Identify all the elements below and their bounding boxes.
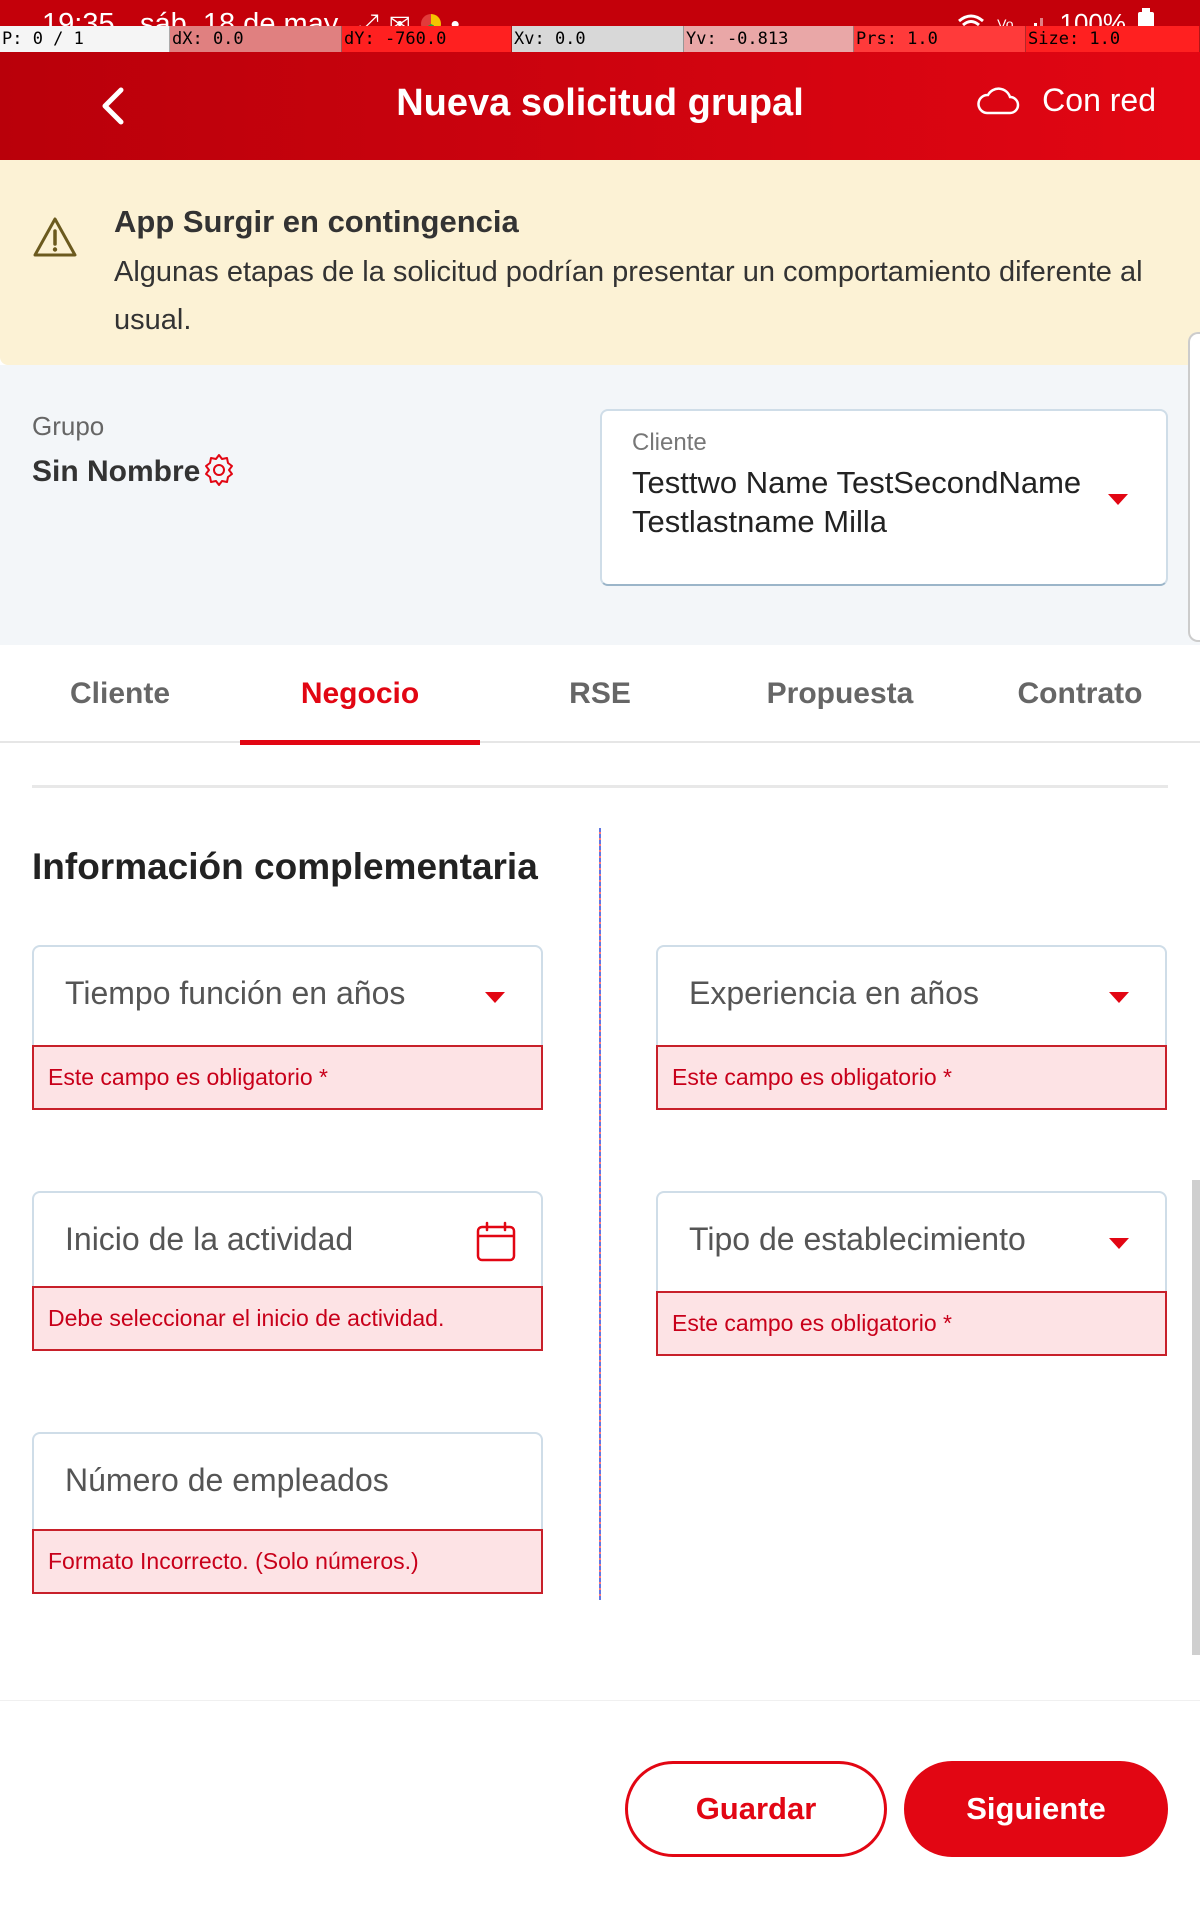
- numero-empleados-input[interactable]: [65, 1462, 465, 1499]
- debug-size: Size: 1.0: [1026, 26, 1200, 52]
- group-label: Grupo: [32, 411, 105, 441]
- status-bar: 19:35 sáb, 18 de may ⤢ ✉ • Vo 100% P: 0 …: [0, 0, 1200, 52]
- next-button[interactable]: Siguiente: [904, 1761, 1168, 1857]
- debug-xv: Xv: 0.0: [512, 26, 684, 52]
- inicio-actividad-input[interactable]: [65, 1221, 465, 1258]
- tab-negocio[interactable]: Negocio: [240, 645, 480, 745]
- tiempo-funcion-input[interactable]: [65, 975, 465, 1012]
- client-select-value: Testtwo Name TestSecondName Testlastname…: [632, 465, 1082, 539]
- tab-cliente[interactable]: Cliente: [0, 645, 240, 743]
- pointer-debug-overlay: P: 0 / 1 dX: 0.0 dY: -760.0 Xv: 0.0 Yv: …: [0, 26, 1200, 52]
- inicio-actividad-date[interactable]: [32, 1191, 543, 1291]
- tab-propuesta[interactable]: Propuesta: [720, 645, 960, 743]
- experiencia-error: Este campo es obligatorio *: [656, 1045, 1167, 1110]
- gear-icon: [205, 454, 233, 486]
- tab-rse[interactable]: RSE: [480, 645, 720, 743]
- cloud-icon: [977, 86, 1020, 114]
- warning-icon: [33, 217, 77, 257]
- tiempo-funcion-error: Este campo es obligatorio *: [32, 1045, 543, 1110]
- numero-empleados-error: Formato Incorrecto. (Solo números.): [32, 1529, 543, 1594]
- section-title: Información complementaria: [32, 846, 538, 887]
- group-summary: Grupo Sin Nombre Cliente Testtwo Name Te…: [0, 365, 1200, 645]
- caret-down-icon: [1109, 992, 1129, 1003]
- side-drawer-handle[interactable]: [1188, 332, 1200, 642]
- caret-down-icon: [1108, 494, 1128, 505]
- calendar-icon[interactable]: [475, 1221, 517, 1263]
- tab-bar: Cliente Negocio RSE Propuesta Contrato: [0, 645, 1200, 745]
- debug-pointer: P: 0 / 1: [0, 26, 170, 52]
- group-name: Sin Nombre: [32, 455, 201, 488]
- tab-contrato[interactable]: Contrato: [960, 645, 1200, 743]
- layout-guide-line: [599, 828, 601, 1600]
- banner-title: App Surgir en contingencia: [114, 204, 519, 239]
- client-select-label: Cliente: [632, 429, 707, 456]
- numero-empleados-field[interactable]: [32, 1432, 543, 1532]
- caret-down-icon: [1109, 1238, 1129, 1249]
- inicio-actividad-error: Debe seleccionar el inicio de actividad.: [32, 1286, 543, 1351]
- save-button[interactable]: Guardar: [625, 1761, 887, 1857]
- group-settings-button[interactable]: [202, 453, 236, 492]
- caret-down-icon: [485, 992, 505, 1003]
- network-status-label: Con red: [1042, 82, 1156, 118]
- tipo-establecimiento-select[interactable]: [656, 1191, 1167, 1291]
- debug-yv: Yv: -0.813: [684, 26, 854, 52]
- banner-text: Algunas etapas de la solicitud podrían p…: [114, 256, 1143, 336]
- section-divider: [32, 785, 1168, 788]
- experiencia-input[interactable]: [689, 975, 1089, 1012]
- tiempo-funcion-select[interactable]: [32, 945, 543, 1045]
- client-select[interactable]: Cliente Testtwo Name TestSecondName Test…: [600, 409, 1168, 586]
- network-status[interactable]: Con red: [976, 82, 1156, 119]
- chevron-left-icon: [102, 87, 124, 125]
- app-header: Nueva solicitud grupal Con red: [0, 52, 1200, 160]
- debug-dy: dY: -760.0: [342, 26, 512, 52]
- debug-prs: Prs: 1.0: [854, 26, 1026, 52]
- action-bar: Guardar Siguiente: [0, 1700, 1200, 1920]
- scrollbar[interactable]: [1192, 1180, 1200, 1655]
- tipo-establecimiento-input[interactable]: [689, 1221, 1089, 1258]
- debug-dx: dX: 0.0: [170, 26, 342, 52]
- tipo-establecimiento-error: Este campo es obligatorio *: [656, 1291, 1167, 1356]
- back-button[interactable]: [88, 78, 136, 134]
- contingency-banner: App Surgir en contingencia Algunas etapa…: [0, 160, 1200, 365]
- experiencia-select[interactable]: [656, 945, 1167, 1045]
